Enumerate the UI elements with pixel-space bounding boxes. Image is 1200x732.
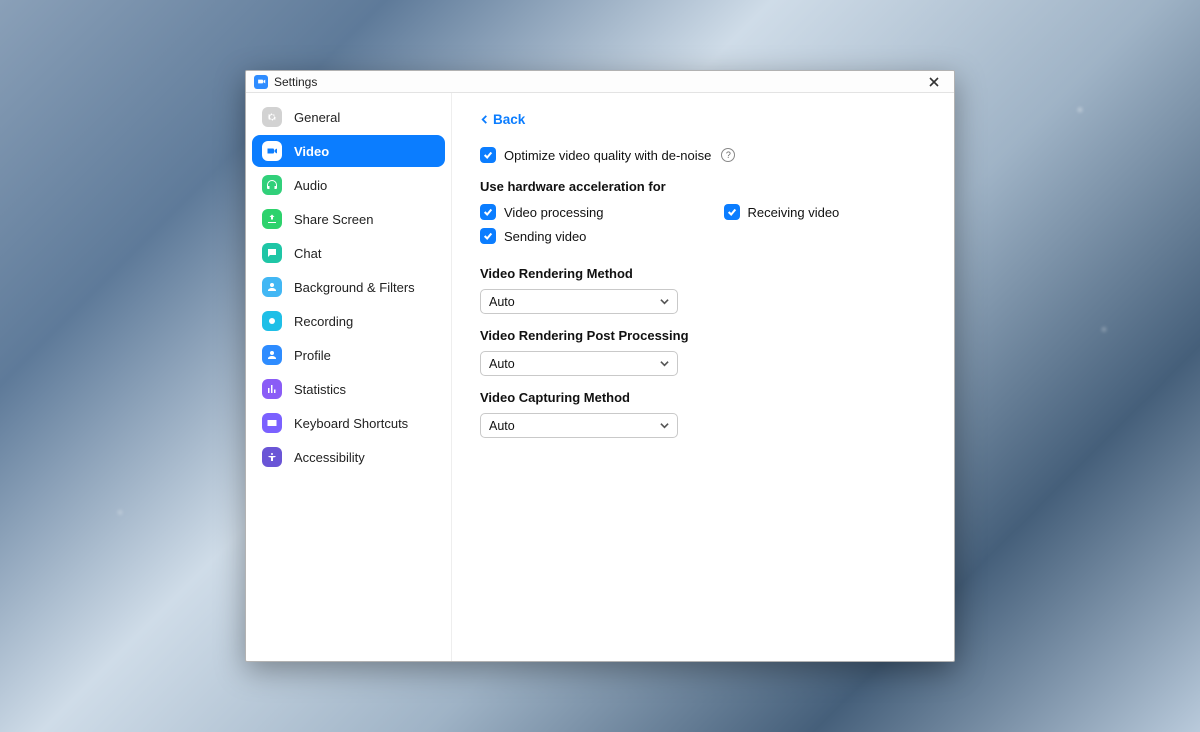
sidebar-item-label: Video (294, 144, 329, 159)
sidebar-item-label: Recording (294, 314, 353, 329)
sidebar-item-label: Keyboard Shortcuts (294, 416, 408, 431)
close-icon (929, 77, 939, 87)
sidebar-item-label: Statistics (294, 382, 346, 397)
sidebar-item-background-filters[interactable]: Background & Filters (252, 271, 445, 303)
sidebar-item-profile[interactable]: Profile (252, 339, 445, 371)
headphones-icon (262, 175, 282, 195)
optimize-denoise-label: Optimize video quality with de-noise (504, 148, 711, 163)
video-capturing-method-label: Video Capturing Method (480, 390, 926, 405)
select-value: Auto (489, 419, 515, 433)
sidebar: General Video Audio Share Screen (246, 93, 452, 661)
chevron-left-icon (480, 115, 489, 124)
sidebar-item-recording[interactable]: Recording (252, 305, 445, 337)
window-body: General Video Audio Share Screen (246, 93, 954, 661)
video-rendering-post-select[interactable]: Auto (480, 351, 678, 376)
content-pane: Back Optimize video quality with de-nois… (452, 93, 954, 661)
video-icon (262, 141, 282, 161)
sidebar-item-label: Audio (294, 178, 327, 193)
sidebar-item-label: Chat (294, 246, 321, 261)
hw-accel-title: Use hardware acceleration for (480, 179, 926, 194)
select-value: Auto (489, 357, 515, 371)
titlebar-left: Settings (254, 75, 317, 89)
check-icon (727, 207, 737, 217)
check-icon (483, 231, 493, 241)
video-rendering-post-label: Video Rendering Post Processing (480, 328, 926, 343)
hw-receiving-video-row: Receiving video (724, 204, 840, 220)
settings-window: Settings General Video (245, 70, 955, 662)
video-capturing-method-group: Video Capturing Method Auto (480, 390, 926, 438)
sidebar-item-label: Profile (294, 348, 331, 363)
hw-sending-video-label: Sending video (504, 229, 586, 244)
hw-video-processing-checkbox[interactable] (480, 204, 496, 220)
sidebar-item-video[interactable]: Video (252, 135, 445, 167)
share-screen-icon (262, 209, 282, 229)
hw-receiving-video-label: Receiving video (748, 205, 840, 220)
check-icon (483, 207, 493, 217)
record-icon (262, 311, 282, 331)
keyboard-icon (262, 413, 282, 433)
hw-video-processing-label: Video processing (504, 205, 604, 220)
sidebar-item-audio[interactable]: Audio (252, 169, 445, 201)
chevron-down-icon (660, 421, 669, 430)
sidebar-item-label: General (294, 110, 340, 125)
sidebar-item-statistics[interactable]: Statistics (252, 373, 445, 405)
info-icon[interactable]: ? (721, 148, 735, 162)
check-icon (483, 150, 493, 160)
profile-icon (262, 345, 282, 365)
gear-icon (262, 107, 282, 127)
accessibility-icon (262, 447, 282, 467)
hw-sending-video-checkbox[interactable] (480, 228, 496, 244)
video-capturing-method-select[interactable]: Auto (480, 413, 678, 438)
sidebar-item-general[interactable]: General (252, 101, 445, 133)
close-button[interactable] (920, 73, 948, 91)
sidebar-item-chat[interactable]: Chat (252, 237, 445, 269)
optimize-denoise-row: Optimize video quality with de-noise ? (480, 147, 926, 163)
statistics-icon (262, 379, 282, 399)
chat-icon (262, 243, 282, 263)
sidebar-item-label: Accessibility (294, 450, 365, 465)
chevron-down-icon (660, 297, 669, 306)
back-label: Back (493, 112, 525, 127)
video-rendering-method-select[interactable]: Auto (480, 289, 678, 314)
sidebar-item-accessibility[interactable]: Accessibility (252, 441, 445, 473)
person-icon (262, 277, 282, 297)
optimize-denoise-checkbox[interactable] (480, 147, 496, 163)
video-rendering-method-label: Video Rendering Method (480, 266, 926, 281)
hw-sending-video-row: Sending video (480, 228, 604, 244)
sidebar-item-label: Share Screen (294, 212, 374, 227)
back-link[interactable]: Back (480, 112, 525, 127)
sidebar-item-keyboard-shortcuts[interactable]: Keyboard Shortcuts (252, 407, 445, 439)
titlebar: Settings (246, 71, 954, 93)
video-rendering-post-group: Video Rendering Post Processing Auto (480, 328, 926, 376)
hw-video-processing-row: Video processing (480, 204, 604, 220)
sidebar-item-label: Background & Filters (294, 280, 415, 295)
zoom-app-icon (254, 75, 268, 89)
hw-accel-grid: Video processing Sending video R (480, 204, 926, 252)
window-title: Settings (274, 75, 317, 89)
video-rendering-method-group: Video Rendering Method Auto (480, 266, 926, 314)
chevron-down-icon (660, 359, 669, 368)
hw-receiving-video-checkbox[interactable] (724, 204, 740, 220)
select-value: Auto (489, 295, 515, 309)
sidebar-item-share-screen[interactable]: Share Screen (252, 203, 445, 235)
